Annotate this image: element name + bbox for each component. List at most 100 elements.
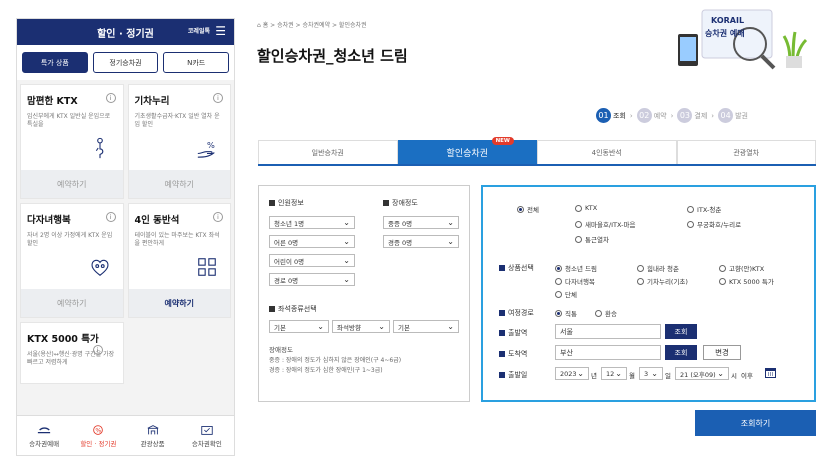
info-icon[interactable]: i xyxy=(105,93,116,103)
passenger-heading: 인원정보 xyxy=(269,198,304,208)
tab-general-ticket[interactable]: 일반승차권 xyxy=(258,140,398,164)
radio-multichild[interactable]: 다자녀행복 xyxy=(555,276,595,286)
swap-stations-button[interactable]: 변경 xyxy=(703,345,741,360)
radio-all[interactable]: 전체 xyxy=(517,204,539,214)
nav-ticket-booking[interactable]: 승차권예매 xyxy=(17,416,71,455)
select-adult[interactable]: 어른 0명 xyxy=(269,235,355,248)
card-desc: 임신부에게 KTX 일반실 운임으로 특실을 xyxy=(27,113,111,128)
radio-ktx5000[interactable]: KTX 5000 특가 xyxy=(719,276,774,286)
search-form: 전체 KTX ITX-청춘 새마을호/ITX-마음 무궁화호/누리로 통근열차 … xyxy=(481,185,816,402)
family-heart-icon xyxy=(90,259,109,276)
arrival-label: 도착역 xyxy=(499,349,527,359)
departure-input[interactable]: 서울 xyxy=(555,324,661,339)
menu-icon[interactable]: ☰ xyxy=(215,24,226,38)
note-title: 장애정도 xyxy=(269,346,293,354)
arrival-lookup-button[interactable]: 조회 xyxy=(665,345,697,360)
card-desc: 서울(용산)↔행신·광명 구간을 가장 빠르고 저렴하게 xyxy=(27,351,115,366)
radio-transfer[interactable]: 환승 xyxy=(595,308,617,318)
reserve-button[interactable]: 예약하기 xyxy=(21,170,123,198)
info-icon[interactable]: i xyxy=(213,212,223,222)
select-mild[interactable]: 경증 0명 xyxy=(383,235,459,248)
building-icon xyxy=(147,424,159,434)
product-label: 상품선택 xyxy=(499,263,534,273)
mobile-bottom-nav: 승차권예매 % 할인 · 정기권 관광상품 승차권확인 xyxy=(17,415,234,455)
banner-text: 승차권 예매 xyxy=(705,29,745,38)
tab-ncard[interactable]: N카드 xyxy=(163,52,230,73)
radio-commuter[interactable]: 통근열차 xyxy=(575,234,609,244)
select-seat-type[interactable]: 기본 xyxy=(269,320,329,333)
radio-hometown-ktx[interactable]: 고향(안)KTX xyxy=(719,263,764,273)
radio-direct[interactable]: 직통 xyxy=(555,308,577,318)
step-2: 02 예약 xyxy=(636,108,667,123)
radio-youth-dream[interactable]: 청소년 드림 xyxy=(555,263,597,273)
reserve-button[interactable]: 예약하기 xyxy=(128,289,230,317)
product-grid: 맘편한 KTX i 임신부에게 KTX 일반실 운임으로 특실을 예약하기 기차… xyxy=(17,80,234,388)
card-title: 4인 동반석 xyxy=(134,215,180,226)
arrow-icon: › xyxy=(670,111,674,120)
card-title: KTX 5000 특가 xyxy=(27,334,99,345)
search-button[interactable]: 조회하기 xyxy=(695,410,816,436)
radio-ktx[interactable]: KTX xyxy=(575,204,597,212)
new-badge: NEW xyxy=(491,137,514,145)
nav-label: 승차권확인 xyxy=(191,439,222,448)
radio-itx-cheongchun[interactable]: ITX-청춘 xyxy=(687,204,721,214)
product-card-gichanuri[interactable]: 기차누리 i 기초생활수급자·KTX 일반 열차 운임 할인 % 예약하기 xyxy=(127,84,231,199)
select-senior[interactable]: 경로 0명 xyxy=(269,273,355,286)
product-card-multichild[interactable]: 다자녀행복 i 자녀 2명 이상 가정에게 KTX 운임 할인 예약하기 xyxy=(20,203,124,318)
disability-heading: 장애정도 xyxy=(383,198,418,208)
select-day[interactable]: 3 xyxy=(639,367,663,380)
reserve-button[interactable]: 예약하기 xyxy=(128,170,230,198)
radio-saemaeul[interactable]: 새마을호/ITX-마음 xyxy=(575,219,635,229)
tab-discount-ticket[interactable]: 할인승차권 NEW xyxy=(397,137,537,164)
select-seat-direction[interactable]: 좌석방향 xyxy=(332,320,390,333)
select-seat-option[interactable]: 기본 xyxy=(393,320,459,333)
product-card-momktx[interactable]: 맘편한 KTX i 임신부에게 KTX 일반실 운임으로 특실을 예약하기 xyxy=(20,84,124,199)
departure-lookup-button[interactable]: 조회 xyxy=(665,324,697,339)
nav-label: 할인 · 정기권 xyxy=(80,439,117,448)
select-month[interactable]: 12 xyxy=(601,367,627,380)
select-severe[interactable]: 중증 0명 xyxy=(383,216,459,229)
arrow-icon: › xyxy=(711,111,715,120)
passenger-form: 인원정보 장애정도 청소년 1명 어른 0명 어린이 0명 경로 0명 중증 0… xyxy=(258,185,470,402)
step-4: 04 발권 xyxy=(718,108,748,123)
tab-tour-train[interactable]: 관광열차 xyxy=(676,140,816,164)
train-icon xyxy=(38,426,51,433)
time-suffix: 시 xyxy=(731,372,737,380)
tab-special-products[interactable]: 특가 상품 xyxy=(22,52,88,73)
note-line: 중증 : 장애의 정도가 심하지 않은 장애인(구 4~6급) xyxy=(269,357,402,364)
select-time[interactable]: 21 (오후09) xyxy=(675,367,729,380)
reserve-button[interactable]: 예약하기 xyxy=(21,289,123,317)
progress-steps: 01 조회 › 02 예약 › 03 결제 › 04 발권 xyxy=(596,108,748,123)
select-child[interactable]: 어린이 0명 xyxy=(269,254,355,267)
radio-gichanuri[interactable]: 기차누리(기초) xyxy=(637,276,688,286)
mobile-tabs: 특가 상품 정기승차권 N카드 xyxy=(17,45,234,80)
product-card-4seat[interactable]: 4인 동반석 i 테이블이 있는 마주보는 KTX 좌석을 편안하게 예약하기 xyxy=(127,203,231,318)
card-desc: 기초생활수급자·KTX 일반 열차 운임 할인 xyxy=(134,113,220,128)
month-suffix: 월 xyxy=(629,372,635,380)
trip-label: 여정경로 xyxy=(499,308,534,318)
radio-group[interactable]: 단체 xyxy=(555,289,577,299)
time-extra: 이후 xyxy=(741,372,753,380)
tab-season-ticket[interactable]: 정기승차권 xyxy=(92,52,159,73)
info-icon[interactable]: i xyxy=(105,212,116,222)
nav-ticket-check[interactable]: 승차권확인 xyxy=(180,416,234,455)
product-card-ktx5000[interactable]: KTX 5000 특가 i 서울(용산)↔행신·광명 구간을 가장 빠르고 저렴… xyxy=(20,322,124,384)
select-youth[interactable]: 청소년 1명 xyxy=(269,216,355,229)
radio-cheongchun[interactable]: 힘내라 청춘 xyxy=(637,263,679,273)
nav-tour-products[interactable]: 관광상품 xyxy=(126,416,180,455)
info-icon[interactable]: i xyxy=(92,345,103,355)
calendar-icon[interactable] xyxy=(765,367,776,378)
select-year[interactable]: 2023 xyxy=(555,367,589,380)
nav-discount-season[interactable]: % 할인 · 정기권 xyxy=(71,416,125,455)
ticket-tabs: 일반승차권 할인승차권 NEW 4인동반석 관광열차 xyxy=(258,137,816,166)
seats-icon xyxy=(198,258,216,276)
radio-mugunghwa[interactable]: 무궁화호/누리로 xyxy=(687,219,741,229)
info-icon[interactable]: i xyxy=(213,93,223,103)
seat-heading: 좌석종류선택 xyxy=(269,304,317,314)
nav-label: 승차권예매 xyxy=(29,439,60,448)
step-3: 03 결제 xyxy=(677,108,707,123)
page-title: 할인승차권_청소년 드림 xyxy=(257,47,408,65)
breadcrumb: ⌂ 홈 > 승차권 > 승차권예약 > 할인승차권 xyxy=(257,22,367,29)
arrival-input[interactable]: 부산 xyxy=(555,345,661,360)
tab-4seat[interactable]: 4인동반석 xyxy=(537,140,677,164)
